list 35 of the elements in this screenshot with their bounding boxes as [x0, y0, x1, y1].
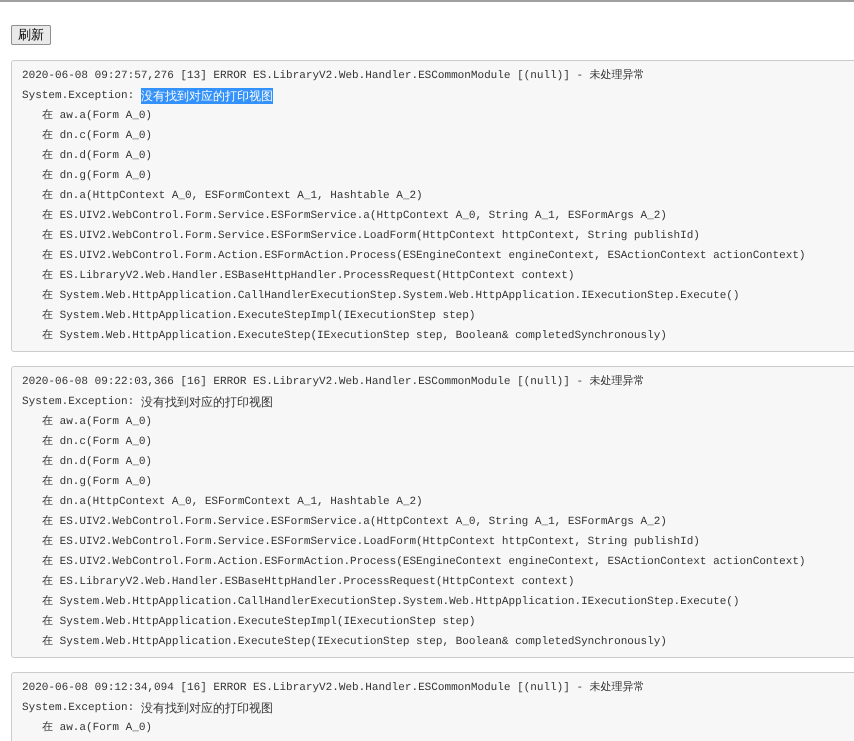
stack-frame: 在 aw.a(Form A_0): [42, 412, 152, 432]
stack-frame: 在 dn.c(Form A_0): [42, 126, 152, 146]
exception-message: 没有找到对应的打印视图: [140, 700, 273, 716]
log-header: 2020-06-08 09:12:34,094 [16] ERROR ES.LibraryV2.Web.Handler.ESCommonModule [(null)] - 未处理异常: [22, 680, 646, 696]
stack-frame: 在 ES.UIV2.WebControl.Form.Action.ESFormAction.Process(ESEngineContext engineContext, ESActionContext actionContext): [42, 246, 806, 266]
stack-frame: 在 dn.g(Form A_0): [42, 472, 152, 492]
stack-frame: 在 ES.UIV2.WebControl.Form.Service.ESFormService.LoadForm(HttpContext httpContext, String publishId): [42, 226, 700, 246]
exception-message: 没有找到对应的打印视图: [140, 394, 273, 410]
stack-frame: 在 System.Web.HttpApplication.ExecuteStepImpl(IExecutionStep step): [42, 612, 476, 632]
stack-frame: 在 System.Web.HttpApplication.ExecuteStep(IExecutionStep step, Boolean& completedSynchronously): [42, 632, 667, 652]
exception-type: System.Exception:: [22, 89, 136, 104]
stack-frame: 在 dn.g(Form A_0): [42, 166, 152, 186]
stack-frame: 在 dn.d(Form A_0): [42, 452, 152, 472]
stack-frame: 在 dn.c(Form A_0): [42, 432, 152, 452]
stack-frame: 在 System.Web.HttpApplication.CallHandlerExecutionStep.System.Web.HttpApplication.IExecutionStep.Execute(): [42, 286, 740, 306]
stack-frame: 在 ES.UIV2.WebControl.Form.Service.ESFormService.a(HttpContext A_0, String A_1, ESFormArgs A_2): [42, 512, 667, 532]
stack-frame: 在 aw.a(Form A_0): [42, 106, 152, 126]
stack-frame: 在 aw.a(Form A_0): [42, 718, 152, 738]
refresh-button[interactable]: 刷新: [11, 25, 51, 45]
stack-frame: 在 System.Web.HttpApplication.ExecuteStep(IExecutionStep step, Boolean& completedSynchronously): [42, 326, 667, 346]
stack-frame: 在 System.Web.HttpApplication.ExecuteStepImpl(IExecutionStep step): [42, 306, 476, 326]
stack-frame: 在 dn.a(HttpContext A_0, ESFormContext A_1, Hashtable A_2): [42, 492, 423, 512]
stack-frame: 在 ES.UIV2.WebControl.Form.Service.ESFormService.a(HttpContext A_0, String A_1, ESFormArgs A_2): [42, 206, 667, 226]
stack-frame: 在 dn.a(HttpContext A_0, ESFormContext A_1, Hashtable A_2): [42, 186, 423, 206]
stack-frame: 在 dn.d(Form A_0): [42, 146, 152, 166]
exception-type: System.Exception:: [22, 701, 136, 716]
stack-frame: 在 ES.LibraryV2.Web.Handler.ESBaseHttpHandler.ProcessRequest(HttpContext context): [42, 572, 574, 592]
log-header: 2020-06-08 09:22:03,366 [16] ERROR ES.LibraryV2.Web.Handler.ESCommonModule [(null)] - 未处理异常: [22, 374, 646, 390]
stack-frame: 在 ES.UIV2.WebControl.Form.Action.ESFormAction.Process(ESEngineContext engineContext, ESActionContext actionContext): [42, 552, 806, 572]
stack-frame: 在 ES.UIV2.WebControl.Form.Service.ESFormService.LoadForm(HttpContext httpContext, String publishId): [42, 532, 700, 552]
log-header: 2020-06-08 09:27:57,276 [13] ERROR ES.LibraryV2.Web.Handler.ESCommonModule [(null)] - 未处理异常: [22, 68, 646, 84]
exception-message: 没有找到对应的打印视图: [140, 88, 273, 104]
stack-frame: 在 System.Web.HttpApplication.CallHandlerExecutionStep.System.Web.HttpApplication.IExecutionStep.Execute(): [42, 592, 740, 612]
stack-frame: 在 ES.LibraryV2.Web.Handler.ESBaseHttpHandler.ProcessRequest(HttpContext context): [42, 266, 574, 286]
exception-type: System.Exception:: [22, 395, 136, 410]
